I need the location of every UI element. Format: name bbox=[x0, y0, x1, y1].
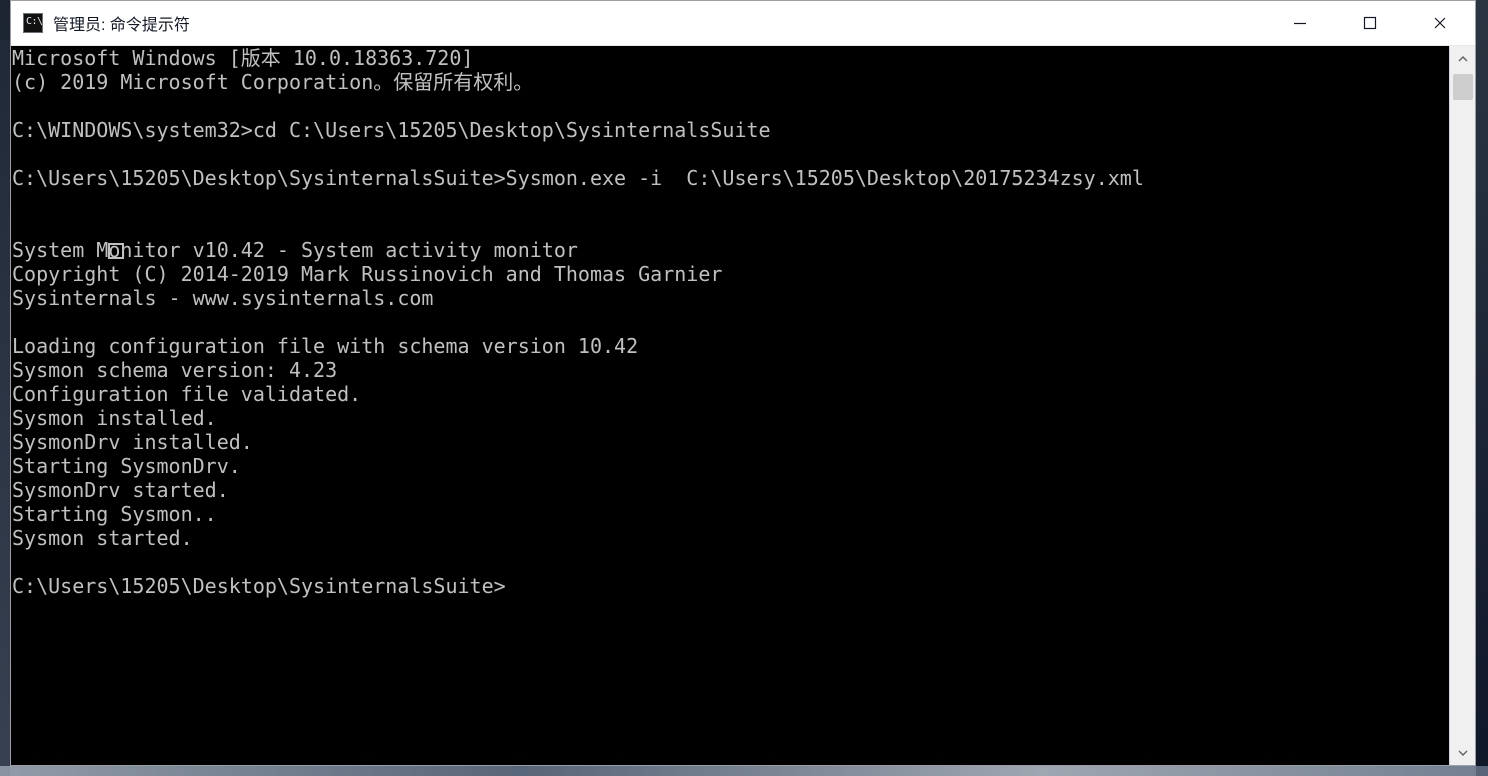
window-controls bbox=[1265, 1, 1475, 45]
desktop-edge-bottom bbox=[0, 766, 1488, 776]
console-cursor-line bbox=[12, 214, 1451, 259]
console-line: System Monitor v10.42 - System activity … bbox=[12, 238, 578, 262]
cmd-app-icon: C:\ bbox=[23, 13, 43, 33]
console-prompt: C:\Users\15205\Desktop\SysinternalsSuite… bbox=[12, 574, 506, 598]
command-prompt-window: C:\ 管理员: 命令提示符 Microsoft Windows [版本 10.… bbox=[10, 0, 1476, 766]
console-line: Loading configuration file with schema v… bbox=[12, 334, 639, 358]
minimize-button[interactable] bbox=[1265, 1, 1335, 45]
console-line: SysmonDrv started. bbox=[12, 478, 229, 502]
minimize-icon bbox=[1293, 16, 1307, 30]
console-output[interactable]: Microsoft Windows [版本 10.0.18363.720] (c… bbox=[11, 46, 1451, 765]
maximize-button[interactable] bbox=[1335, 1, 1405, 45]
console-line: Microsoft Windows [版本 10.0.18363.720] bbox=[12, 46, 474, 70]
console-line: C:\Users\15205\Desktop\SysinternalsSuite… bbox=[12, 166, 1144, 190]
console-line: Starting SysmonDrv. bbox=[12, 454, 241, 478]
console-line: Sysmon installed. bbox=[12, 406, 217, 430]
console-line: Sysinternals - www.sysinternals.com bbox=[12, 286, 434, 310]
desktop-edge-left bbox=[0, 40, 10, 776]
scroll-up-button[interactable] bbox=[1450, 46, 1475, 72]
cmd-app-icon-text: C:\ bbox=[26, 16, 43, 27]
console-client-area: Microsoft Windows [版本 10.0.18363.720] (c… bbox=[11, 46, 1475, 765]
close-button[interactable] bbox=[1405, 1, 1475, 45]
console-line: Sysmon schema version: 4.23 bbox=[12, 358, 338, 382]
desktop-edge-right bbox=[1476, 0, 1488, 776]
scroll-down-button[interactable] bbox=[1450, 740, 1475, 765]
console-line: (c) 2019 Microsoft Corporation。保留所有权利。 bbox=[12, 70, 534, 94]
scroll-up-icon bbox=[1457, 50, 1469, 69]
console-line: Copyright (C) 2014-2019 Mark Russinovich… bbox=[12, 262, 723, 286]
scroll-down-icon bbox=[1457, 744, 1469, 763]
console-line: SysmonDrv installed. bbox=[12, 430, 253, 454]
console-line: Sysmon started. bbox=[12, 526, 193, 550]
vertical-scrollbar[interactable] bbox=[1449, 46, 1475, 765]
close-icon bbox=[1433, 16, 1447, 30]
console-line: C:\WINDOWS\system32>cd C:\Users\15205\De… bbox=[12, 118, 771, 142]
window-titlebar[interactable]: C:\ 管理员: 命令提示符 bbox=[11, 1, 1475, 46]
maximize-icon bbox=[1363, 16, 1377, 30]
console-line: Configuration file validated. bbox=[12, 382, 362, 406]
console-line: Starting Sysmon.. bbox=[12, 502, 217, 526]
scrollbar-thumb[interactable] bbox=[1453, 74, 1473, 100]
window-title: 管理员: 命令提示符 bbox=[53, 17, 190, 34]
